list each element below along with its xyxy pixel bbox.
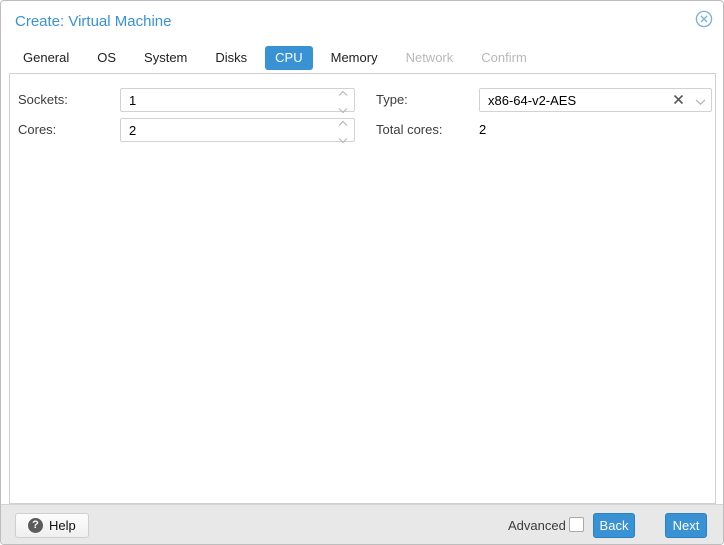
- total-cores-value: 2: [479, 122, 487, 137]
- tab-memory[interactable]: Memory: [317, 46, 392, 70]
- dialog-title: Create: Virtual Machine: [15, 13, 172, 30]
- cores-spinner[interactable]: 2: [120, 118, 355, 144]
- tab-network: Network: [405, 50, 454, 65]
- sockets-spin-buttons[interactable]: [332, 89, 354, 114]
- tab-os[interactable]: OS: [83, 46, 130, 70]
- tab-confirm: Confirm: [481, 50, 527, 65]
- chevron-down-icon: [338, 131, 348, 146]
- back-button[interactable]: Back: [593, 513, 635, 538]
- circle-x-icon: [695, 10, 713, 33]
- sockets-spinner[interactable]: 1: [120, 88, 355, 114]
- wizard-tabbar: General OS System Disks CPU Memory Netwo…: [9, 45, 541, 71]
- help-button-label: Help: [49, 518, 76, 533]
- tab-disks[interactable]: Disks: [201, 46, 261, 70]
- tab-cpu[interactable]: CPU: [265, 46, 313, 70]
- question-mark-icon: ?: [28, 518, 43, 533]
- sockets-label: Sockets:: [18, 92, 68, 107]
- advanced-label: Advanced: [508, 518, 566, 533]
- type-label: Type:: [376, 92, 408, 107]
- total-cores-label: Total cores:: [376, 122, 443, 137]
- x-clear-icon: [673, 93, 684, 108]
- tab-system[interactable]: System: [130, 46, 201, 70]
- dialog-footer: ? Help Advanced Back Next: [1, 504, 723, 544]
- sockets-value: 1: [129, 92, 137, 108]
- close-button[interactable]: [695, 10, 713, 33]
- cores-spin-buttons[interactable]: [332, 119, 354, 144]
- advanced-checkbox[interactable]: [569, 517, 584, 532]
- tab-general[interactable]: General: [9, 46, 83, 70]
- help-button[interactable]: ? Help: [15, 513, 89, 538]
- next-button[interactable]: Next: [665, 513, 707, 538]
- chevron-up-icon: [338, 84, 348, 99]
- cpu-form-panel: Sockets: 1 Cores: 2 Type: x86-64-v2-AES: [9, 73, 716, 504]
- cpu-type-combo[interactable]: x86-64-v2-AES: [479, 88, 712, 112]
- create-vm-dialog: Create: Virtual Machine General OS Syste…: [0, 0, 724, 545]
- clear-value-button[interactable]: [667, 89, 689, 111]
- cores-value: 2: [129, 122, 137, 138]
- cpu-type-value: x86-64-v2-AES: [488, 92, 577, 108]
- combo-dropdown-button[interactable]: [689, 89, 711, 111]
- chevron-up-icon: [338, 114, 348, 129]
- cores-label: Cores:: [18, 122, 57, 137]
- chevron-down-icon: [695, 93, 706, 108]
